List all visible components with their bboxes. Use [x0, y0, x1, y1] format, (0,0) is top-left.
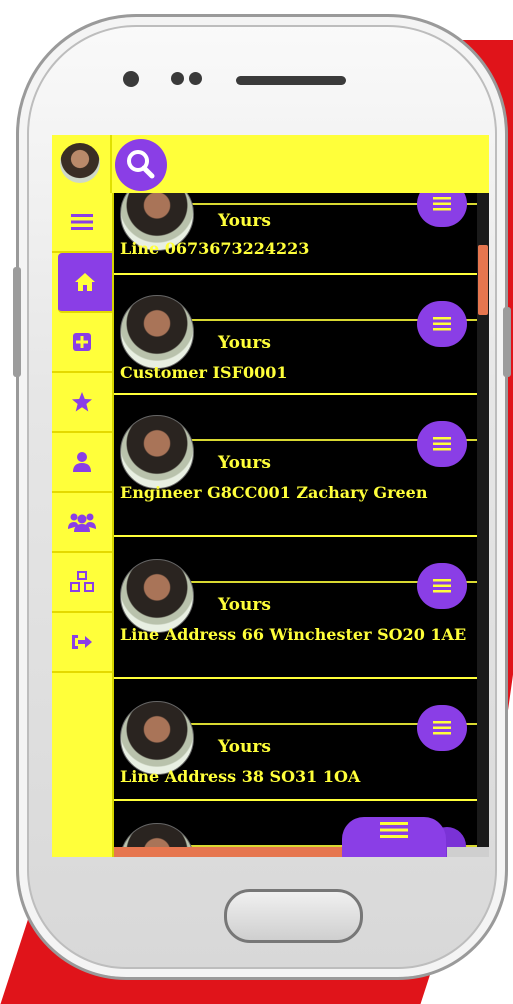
item-menu-button[interactable] — [417, 705, 467, 751]
sidebar-item-add[interactable] — [52, 313, 112, 373]
list-item[interactable]: Yours Line Address 66 Winchester SO20 1A… — [114, 537, 477, 679]
cubes-icon — [70, 571, 94, 592]
topbar-divider — [110, 135, 112, 193]
volume-button — [13, 267, 21, 377]
item-description: Line Address 66 Winchester SO20 1AE — [120, 625, 467, 644]
star-icon — [72, 392, 92, 412]
search-button[interactable] — [115, 139, 167, 191]
sidebar-item-favourites[interactable] — [52, 373, 112, 433]
sidebar-item-team[interactable] — [52, 493, 112, 553]
hamburger-menu-icon — [433, 579, 451, 593]
sidebar — [52, 193, 114, 857]
hamburger-menu-icon — [380, 822, 408, 838]
sidebar-item-menu[interactable] — [52, 193, 112, 253]
hamburger-menu-icon — [71, 214, 93, 230]
plus-square-icon — [73, 333, 91, 351]
hamburger-menu-icon — [433, 721, 451, 735]
sidebar-item-products[interactable] — [52, 553, 112, 613]
item-description: Customer ISF0001 — [120, 363, 288, 382]
owner-label: Yours — [218, 453, 271, 473]
home-icon — [75, 273, 95, 291]
item-menu-button[interactable] — [417, 193, 467, 227]
sign-out-icon — [72, 635, 92, 649]
home-button[interactable] — [224, 889, 363, 943]
power-button — [503, 307, 511, 377]
item-menu-button[interactable] — [417, 301, 467, 347]
hamburger-menu-icon — [433, 437, 451, 451]
avatar — [120, 559, 194, 633]
list-item[interactable]: Yours Engineer G8CC001 Zachary Green — [114, 395, 477, 537]
owner-label: Yours — [218, 595, 271, 615]
avatar — [120, 701, 194, 775]
sensor-dot — [189, 72, 202, 85]
item-description: Line Address 38 SO31 1OA — [120, 767, 361, 786]
users-group-icon — [68, 513, 96, 532]
corner-area — [447, 847, 489, 857]
scrollbar[interactable] — [477, 193, 489, 857]
item-menu-button[interactable] — [417, 421, 467, 467]
sensor-dot — [171, 72, 184, 85]
sidebar-item-home[interactable] — [58, 253, 112, 313]
owner-label: Yours — [218, 333, 271, 353]
top-bar — [52, 135, 489, 193]
user-icon — [73, 452, 91, 472]
item-description: Engineer G8CC001 Zachary Green — [120, 483, 428, 502]
record-list: Yours Line 0673673224223 Yours Customer … — [114, 193, 477, 857]
avatar — [120, 295, 194, 369]
sidebar-item-sign-out[interactable] — [52, 613, 112, 673]
user-avatar[interactable] — [60, 143, 100, 183]
hamburger-menu-icon — [433, 317, 451, 331]
owner-label: Yours — [218, 737, 271, 757]
item-description: Line 0673673224223 — [120, 239, 310, 258]
earpiece-speaker — [236, 76, 346, 85]
owner-label: Yours — [218, 211, 271, 231]
hamburger-menu-icon — [433, 197, 451, 211]
sidebar-item-profile[interactable] — [52, 433, 112, 493]
scrollbar-thumb[interactable] — [478, 245, 488, 315]
app-screen: Yours Line 0673673224223 Yours Customer … — [52, 135, 489, 857]
avatar — [120, 415, 194, 489]
list-item[interactable]: Yours Customer ISF0001 — [114, 275, 477, 395]
list-item[interactable]: Yours Line Address 38 SO31 1OA — [114, 679, 477, 801]
bottom-bar — [114, 847, 354, 857]
item-menu-button[interactable] — [417, 563, 467, 609]
list-item[interactable]: Yours Line 0673673224223 — [114, 193, 477, 275]
floating-menu-button[interactable] — [342, 817, 446, 857]
front-camera — [123, 71, 139, 87]
search-icon — [127, 150, 155, 179]
